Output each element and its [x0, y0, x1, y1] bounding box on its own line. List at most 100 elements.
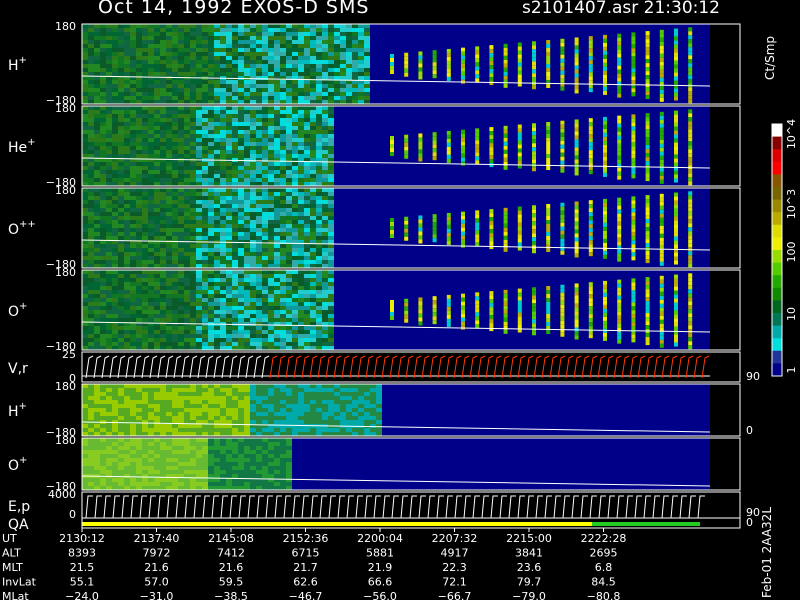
- burst-cell: [446, 212, 451, 217]
- spectrogram-cell: [130, 326, 136, 330]
- spectrogram-cell: [160, 200, 166, 204]
- spectrogram-cell: [286, 278, 292, 282]
- spectrogram-cell: [184, 36, 190, 40]
- spectrogram-cell: [148, 388, 154, 392]
- burst-cell: [631, 60, 636, 65]
- spectrogram-cell: [202, 200, 208, 204]
- spectrogram-cell: [166, 270, 172, 274]
- burst-cell: [517, 136, 522, 141]
- spectrogram-cell: [238, 236, 244, 240]
- spectrogram-cell: [292, 154, 298, 158]
- spectrogram-cell: [340, 24, 346, 28]
- burst-cell: [617, 201, 622, 206]
- spectrogram-cell: [196, 114, 202, 118]
- spectrogram-cell: [220, 338, 226, 342]
- spectrogram-cell: [202, 416, 208, 420]
- spectrogram-cell: [238, 244, 244, 248]
- spectrogram-cell: [322, 60, 328, 64]
- spectrogram-cell: [172, 338, 178, 342]
- spectrogram-cell: [280, 270, 286, 274]
- spectrogram-cell: [148, 400, 154, 404]
- burst-cell: [546, 52, 551, 56]
- spectrogram-cell: [154, 322, 160, 326]
- spectrogram-cell: [202, 28, 208, 32]
- spectrogram-cell: [160, 122, 166, 126]
- spectrogram-cell: [94, 36, 100, 40]
- spectrogram-cell: [124, 64, 130, 68]
- burst-cell: [688, 203, 693, 208]
- spectrogram-cell: [160, 24, 166, 28]
- spectrogram-cell: [286, 220, 292, 224]
- spectrogram-cell: [106, 412, 112, 416]
- burst-cell: [475, 210, 480, 215]
- spectrogram-cell: [238, 28, 244, 32]
- spectrogram-cell: [196, 84, 202, 88]
- burst-cell: [603, 90, 607, 95]
- spectrogram-cell: [298, 182, 304, 186]
- spectrogram-cell: [106, 146, 112, 150]
- burst-cell: [432, 144, 437, 149]
- spectrogram-cell: [166, 342, 172, 346]
- spectrogram-cell: [130, 44, 136, 48]
- burst-cell: [674, 134, 678, 139]
- burst-cell: [674, 80, 678, 85]
- spectrogram-cell: [244, 278, 250, 282]
- spectrogram-cell: [238, 92, 244, 96]
- burst-cell: [674, 208, 678, 213]
- spectrogram-cell: [88, 100, 94, 104]
- spectrogram-cell: [226, 216, 232, 220]
- burst-cell: [404, 64, 409, 69]
- burst-cell: [503, 293, 508, 298]
- burst-cell: [645, 35, 650, 40]
- spectrogram-cell: [316, 24, 322, 28]
- vr-vector: [309, 355, 318, 379]
- spectrogram-cell: [268, 244, 274, 248]
- spectrogram-cell: [154, 392, 160, 396]
- spectrogram-cell: [172, 314, 178, 318]
- burst-cell: [404, 72, 409, 77]
- burst-cell: [489, 155, 494, 160]
- spectrogram-cell: [166, 122, 172, 126]
- spectrogram-cell: [214, 96, 220, 100]
- burst-cell: [475, 222, 480, 227]
- spectrogram-cell: [250, 346, 256, 350]
- spectrogram-cell: [298, 196, 304, 200]
- burst-cell: [532, 131, 536, 136]
- burst-cell: [688, 79, 693, 84]
- spectrogram-cell: [142, 52, 148, 56]
- panel-label: O++: [8, 219, 36, 238]
- spectrogram-cell: [142, 134, 148, 138]
- spectrogram-cell: [328, 76, 334, 80]
- spectrogram-cell: [280, 188, 286, 192]
- spectrogram-cell: [322, 106, 328, 110]
- spectrogram-cell: [268, 100, 274, 104]
- burst-cell: [588, 212, 593, 217]
- burst-cell: [574, 335, 579, 340]
- spectrogram-cell: [166, 322, 172, 326]
- spectrogram-cell: [292, 188, 298, 192]
- burst-cell: [517, 324, 522, 329]
- spectrogram-cell: [226, 40, 232, 44]
- burst-cell: [475, 300, 480, 305]
- spectrogram-cell: [214, 338, 220, 342]
- spectrogram-cell: [118, 56, 124, 60]
- spectrogram-cell: [268, 282, 274, 286]
- spectrogram-cell: [208, 126, 214, 130]
- spectrogram-cell: [190, 404, 196, 408]
- spectrogram-cell: [190, 96, 196, 100]
- spectrogram-cell: [124, 150, 130, 154]
- spectrogram-cell: [292, 270, 298, 274]
- spectrogram-cell: [250, 182, 256, 186]
- spectrogram-cell: [136, 100, 142, 104]
- spectrogram-cell: [304, 162, 310, 166]
- spectrogram-cell: [178, 122, 184, 126]
- spectrogram-cell: [190, 384, 196, 388]
- spectrogram-cell: [214, 220, 220, 224]
- spectrogram-cell: [196, 212, 202, 216]
- spectrogram-cell: [202, 294, 208, 298]
- spectrogram-cell: [148, 44, 154, 48]
- spectrogram-cell: [124, 142, 130, 146]
- spectrogram-cell: [310, 256, 316, 260]
- spectrogram-cell: [292, 122, 298, 126]
- spectrogram-cell: [304, 166, 310, 170]
